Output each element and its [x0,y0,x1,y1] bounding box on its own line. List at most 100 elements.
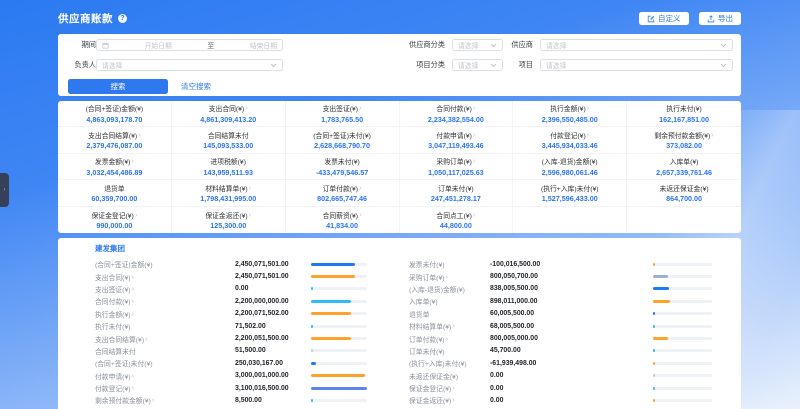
chart-row-label[interactable]: 付款申请(¥)› [95,371,235,381]
chart-row-label[interactable]: 支出合同结算(¥)› [95,334,235,344]
chart-bar-track [653,275,712,278]
date-range-input[interactable]: 开始日期 至 结束日期 [96,39,283,51]
stat-card-value: 3,032,454,486.89 [86,168,142,177]
chevron-down-icon [720,63,727,68]
page-title: 供应商账款 [58,11,113,26]
group-title[interactable]: 建发集团 [58,238,741,258]
chart-row-value: 800,005,000.00 [490,335,653,342]
stat-card[interactable]: 订单付款(¥)›802,665,747.46 [286,180,400,206]
stat-card[interactable]: 付款登记(¥)›3,445,934,033.46 [513,127,627,153]
chevron-right-icon: › [145,336,148,342]
chart-row-label[interactable]: 支出合同(¥)› [95,272,235,282]
supplier-select[interactable]: 请选择 [540,39,733,51]
stat-card[interactable]: 合同付款(¥)›2,234,382,554.00 [400,101,514,127]
supplier-category-select[interactable]: 请选择 [452,39,503,51]
chart-row-label[interactable]: 保证金登记(¥)› [409,383,490,393]
chart-row: 付款申请(¥)›3,000,001,000.00 [95,370,367,382]
chart-columns: (合同+签证)金额(¥)2,450,071,501.00支出合同(¥)›2,45… [58,258,741,409]
stat-card[interactable]: 付款申请(¥)›3,047,119,493.46 [400,127,514,153]
stat-card[interactable]: 发票金额(¥)› 3,032,454,486.89 [58,154,172,180]
chart-bar-track [311,325,367,328]
stat-card[interactable]: 合同薪资(¥)›41,834.00 [286,207,400,233]
stat-card[interactable]: 支出合同(¥)›4,861,309,413.20 [172,101,286,127]
export-button[interactable]: 导出 [699,12,741,25]
chart-bar-track [311,374,367,377]
chart-bar-fill [311,287,313,290]
stat-card[interactable]: 剩余预付款金额(¥)›373,082.00 [627,127,741,153]
stat-card[interactable]: 支出签证(¥)›1,783,765.50 [286,101,400,127]
stat-card-value: 1,050,117,025.63 [428,168,484,177]
customize-button[interactable]: 自定义 [639,12,689,25]
select-placeholder: 请选择 [546,60,566,70]
collapsed-sidebar-toggle[interactable]: › [0,173,9,207]
chevron-right-icon: › [245,105,248,111]
group-chart-panel: 建发集团 (合同+签证)金额(¥)2,450,071,501.00支出合同(¥)… [58,238,741,409]
chart-row: (入库-退货)金额(¥)838,005,500.00 [409,283,712,295]
chevron-right-icon: › [359,212,362,218]
chart-row-label[interactable]: 订单付款(¥)› [409,334,490,344]
chart-bar-track [653,300,712,303]
end-date-placeholder: 结束日期 [250,40,277,50]
stat-card: 合同结算未付145,093,533.00 [172,127,286,153]
chart-row-value: 60,005,500.00 [490,310,653,317]
chevron-right-icon: › [138,132,141,138]
clear-search-link[interactable]: 清空搜索 [181,81,211,92]
owner-select[interactable]: 请选择 [96,59,283,71]
stat-card[interactable]: 保证金登记(¥)›990,000.00 [58,207,172,233]
chevron-right-icon: › [473,158,476,164]
select-placeholder: 请选择 [546,40,566,50]
stat-card[interactable]: 材料结算单(¥)›1,798,431,995.00 [172,180,286,206]
stat-card-value: 4,863,093,178.70 [86,115,142,124]
chart-row-label[interactable]: 采购订单(¥)› [409,272,490,282]
chart-row-value: 2,200,071,502.00 [235,310,311,317]
chart-row-label[interactable]: 付款登记(¥)› [95,383,235,393]
supplier-accounts-page: › 供应商账款 ? 自定义 导出 期间 [0,0,800,409]
help-icon[interactable]: ? [118,14,127,23]
chart-row-label[interactable]: 执行金额(¥)› [95,309,235,319]
chart-row-label[interactable]: 剩余预付款金额(¥)› [95,395,235,405]
stat-card: 订单未付(¥)247,451,278.17 [400,180,514,206]
stat-card-label: 采购订单(¥)› [436,156,475,166]
chart-bar-fill [311,300,351,303]
stat-card-label: (合同+签证)金额(¥) [86,103,144,113]
stat-card[interactable]: 支出合同结算(¥)›2,379,476,087.00 [58,127,172,153]
chart-bar-track [653,325,712,328]
chart-bar-fill [653,287,669,290]
chart-row-label[interactable]: 支出签证(¥)› [95,284,235,294]
search-button[interactable]: 搜索 [68,79,168,94]
stat-card-label: 进项税额(¥) [210,156,246,166]
chart-row: 支出签证(¥)›0.00 [95,283,367,295]
stat-card-label: 剩余预付款金额(¥)› [654,130,713,140]
edit-icon [647,15,655,23]
stat-card-label: 付款申请(¥)› [436,130,475,140]
chart-row-label: (入库-退货)金额(¥) [409,284,490,294]
chevron-right-icon: › [132,373,135,379]
chart-row: 发票未付(¥)-100,016,500.00 [409,258,712,270]
chart-row-label[interactable]: 保证金返还(¥)› [409,395,490,405]
project-select[interactable]: 请选择 [540,59,733,71]
stat-card: (入库-退货)金额(¥)2,596,980,061.46 [513,154,627,180]
stat-card-value: 3,047,119,493.46 [428,141,484,150]
project-category-select[interactable]: 请选择 [452,59,503,71]
stat-card-label: 发票金额(¥)› [95,156,134,166]
stat-card-value: 44,800.00 [440,221,472,230]
stat-card: (合同+签证)未付(¥)2,628,668,790.70 [286,127,400,153]
select-placeholder: 请选择 [458,60,478,70]
date-separator: 至 [207,40,214,50]
chart-row-label: (执行+入库)未付(¥) [409,358,490,368]
chevron-right-icon: › [132,385,135,391]
chart-row: 退货单60,005,500.00 [409,308,712,320]
calendar-icon [102,42,109,49]
chart-row-value: 2,200,000,000.00 [235,298,311,305]
chevron-right-icon: › [587,132,590,138]
chart-bar-fill [653,349,655,352]
chart-bar-fill [311,374,365,377]
period-label: 期间 [74,40,96,50]
chart-row-label[interactable]: 合同付款(¥)› [95,296,235,306]
stat-card[interactable]: 合同点工(¥)›44,800.00 [400,207,514,233]
stat-card[interactable]: 执行金额(¥)›2,396,550,485.00 [513,101,627,127]
stat-card[interactable]: 采购订单(¥)› 1,050,117,025.63 [400,154,514,180]
chart-row-label[interactable]: 材料结算单(¥)› [409,321,490,331]
stat-card[interactable]: 保证金返还(¥)›125,300.00 [172,207,286,233]
chart-bar-fill [653,399,655,402]
